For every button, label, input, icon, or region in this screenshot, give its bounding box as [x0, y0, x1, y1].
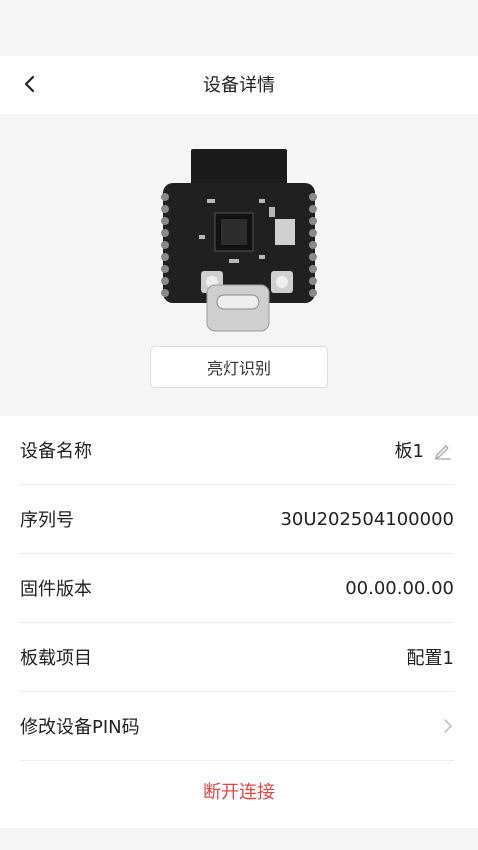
row-firmware-version: 固件版本 00.00.00.00 [20, 554, 454, 623]
status-bar [0, 0, 478, 56]
onboard-project-value: 配置1 [406, 648, 454, 669]
nav-bar: 设备详情 [0, 56, 478, 114]
firmware-version-value: 00.00.00.00 [345, 577, 454, 599]
row-device-name[interactable]: 设备名称 板1 [20, 416, 454, 485]
row-serial-number: 序列号 30U202504100000 [20, 485, 454, 554]
page-title: 设备详情 [203, 75, 275, 96]
device-name-text: 板1 [394, 441, 424, 462]
row-change-pin[interactable]: 修改设备PIN码 [20, 692, 454, 761]
device-hero: 亮灯识别 [0, 114, 478, 416]
onboard-project-label: 板载项目 [20, 648, 92, 669]
row-onboard-project[interactable]: 板载项目 配置1 [20, 623, 454, 692]
device-detail-list: 设备名称 板1 序列号 30U202504100000 固件版本 00.00.0… [0, 416, 478, 828]
disconnect-button[interactable]: 断开连接 [0, 763, 478, 823]
change-pin-label: 修改设备PIN码 [20, 717, 140, 738]
pencil-icon[interactable] [432, 439, 454, 461]
device-name-value: 板1 [395, 437, 454, 463]
device-board-image [161, 149, 317, 332]
firmware-version-label: 固件版本 [20, 579, 92, 600]
device-name-label: 设备名称 [20, 441, 92, 462]
serial-number-label: 序列号 [20, 510, 74, 531]
chevron-right-icon [442, 718, 454, 734]
serial-number-value: 30U202504100000 [280, 508, 454, 530]
identify-led-button[interactable]: 亮灯识别 [150, 346, 328, 388]
